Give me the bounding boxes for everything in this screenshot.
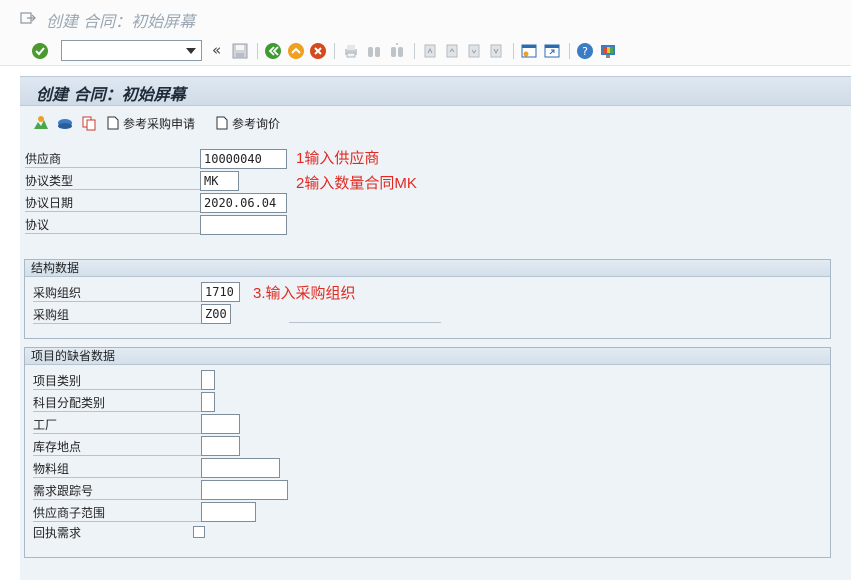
- save-icon[interactable]: [231, 42, 249, 60]
- standard-toolbar: « ?: [0, 36, 851, 66]
- application-toolbar: 参考采购申请 参考询价: [20, 106, 851, 136]
- vendor-label: 供应商: [25, 150, 200, 168]
- reference-rfq-button[interactable]: 参考询价: [216, 114, 280, 132]
- screen-title: 创建 合同：初始屏幕: [36, 85, 186, 104]
- document-icon: [216, 116, 228, 130]
- collapse-icon[interactable]: «: [212, 41, 221, 59]
- item-category-label: 项目类别: [33, 372, 201, 390]
- overview-icon[interactable]: [32, 114, 50, 132]
- enter-check-icon[interactable]: [31, 42, 49, 60]
- agreement-type-field[interactable]: [200, 171, 239, 191]
- default-data-group-title: 项目的缺省数据: [25, 348, 830, 365]
- screen-title-bar: 创建 合同：初始屏幕: [20, 76, 851, 106]
- separator: [414, 43, 415, 59]
- tracking-number-label: 需求跟踪号: [33, 482, 201, 500]
- purch-group-field[interactable]: [201, 304, 231, 324]
- purch-group-label: 采购组: [33, 306, 201, 324]
- help-icon[interactable]: ?: [576, 42, 594, 60]
- window-title: 创建 合同：初始屏幕: [46, 12, 196, 31]
- find-icon[interactable]: [365, 42, 383, 60]
- account-assignment-label: 科目分配类别: [33, 394, 201, 412]
- account-assignment-field[interactable]: [201, 392, 215, 412]
- agreement-type-label: 协议类型: [25, 172, 200, 190]
- next-page-icon[interactable]: [465, 42, 483, 60]
- shortcut-icon[interactable]: [543, 42, 561, 60]
- separator: [513, 43, 514, 59]
- last-page-icon[interactable]: [487, 42, 505, 60]
- purch-org-label: 采购组织: [33, 284, 201, 302]
- cancel-icon[interactable]: [309, 42, 327, 60]
- prev-page-icon[interactable]: [443, 42, 461, 60]
- exit-up-icon[interactable]: [287, 42, 305, 60]
- title-bar: 创建 合同：初始屏幕: [0, 0, 851, 36]
- org-data-icon[interactable]: [56, 114, 74, 132]
- agreement-date-field[interactable]: [200, 193, 287, 213]
- first-page-icon[interactable]: [421, 42, 439, 60]
- agreement-label: 协议: [25, 216, 200, 234]
- ack-required-checkbox[interactable]: [193, 526, 205, 538]
- vendor-annotation: 1输入供应商: [296, 150, 380, 167]
- storage-location-field[interactable]: [201, 436, 240, 456]
- item-category-field[interactable]: [201, 370, 215, 390]
- main-screen: 创建 合同：初始屏幕 参考采购申请 参考询价 供应商 1输入供应商 协议类型 2…: [20, 76, 851, 580]
- plant-label: 工厂: [33, 416, 201, 434]
- purch-org-field[interactable]: [201, 282, 240, 302]
- purch-org-annotation: 3.输入采购组织: [253, 285, 356, 302]
- exit-icon[interactable]: [20, 11, 36, 28]
- purch-group-description: [289, 322, 441, 323]
- ack-required-label: 回执需求: [33, 526, 82, 540]
- separator: [257, 43, 258, 59]
- svg-text:?: ?: [582, 45, 588, 58]
- material-group-label: 物料组: [33, 460, 201, 478]
- reference-pr-label: 参考采购申请: [123, 116, 196, 131]
- agreement-type-annotation: 2输入数量合同MK: [296, 175, 417, 192]
- print-icon[interactable]: [342, 42, 360, 60]
- command-input[interactable]: [62, 41, 182, 60]
- create-session-icon[interactable]: [520, 42, 538, 60]
- chevron-down-icon[interactable]: [186, 48, 196, 54]
- agreement-date-label: 协议日期: [25, 194, 200, 212]
- plant-field[interactable]: [201, 414, 240, 434]
- org-data-group: 结构数据 采购组织 3.输入采购组织 采购组: [24, 259, 831, 339]
- separator: [334, 43, 335, 59]
- tracking-number-field[interactable]: [201, 480, 288, 500]
- document-icon: [107, 116, 119, 130]
- agreement-field[interactable]: [200, 215, 287, 235]
- reference-pr-button[interactable]: 参考采购申请: [107, 114, 195, 132]
- command-field[interactable]: [61, 40, 202, 61]
- vendor-subrange-field[interactable]: [201, 502, 256, 522]
- default-data-group: 项目的缺省数据 项目类别 科目分配类别 工厂 库存地点 物料组 需求跟踪号 供应…: [24, 347, 831, 558]
- back-icon[interactable]: [264, 42, 282, 60]
- vendor-field[interactable]: [200, 149, 287, 169]
- reference-rfq-label: 参考询价: [232, 116, 281, 131]
- separator: [569, 43, 570, 59]
- find-next-icon[interactable]: [388, 42, 406, 60]
- customize-layout-icon[interactable]: [599, 42, 617, 60]
- org-data-group-title: 结构数据: [25, 260, 830, 277]
- copy-icon[interactable]: [80, 114, 98, 132]
- storage-location-label: 库存地点: [33, 438, 201, 456]
- material-group-field[interactable]: [201, 458, 280, 478]
- vendor-subrange-label: 供应商子范围: [33, 504, 201, 522]
